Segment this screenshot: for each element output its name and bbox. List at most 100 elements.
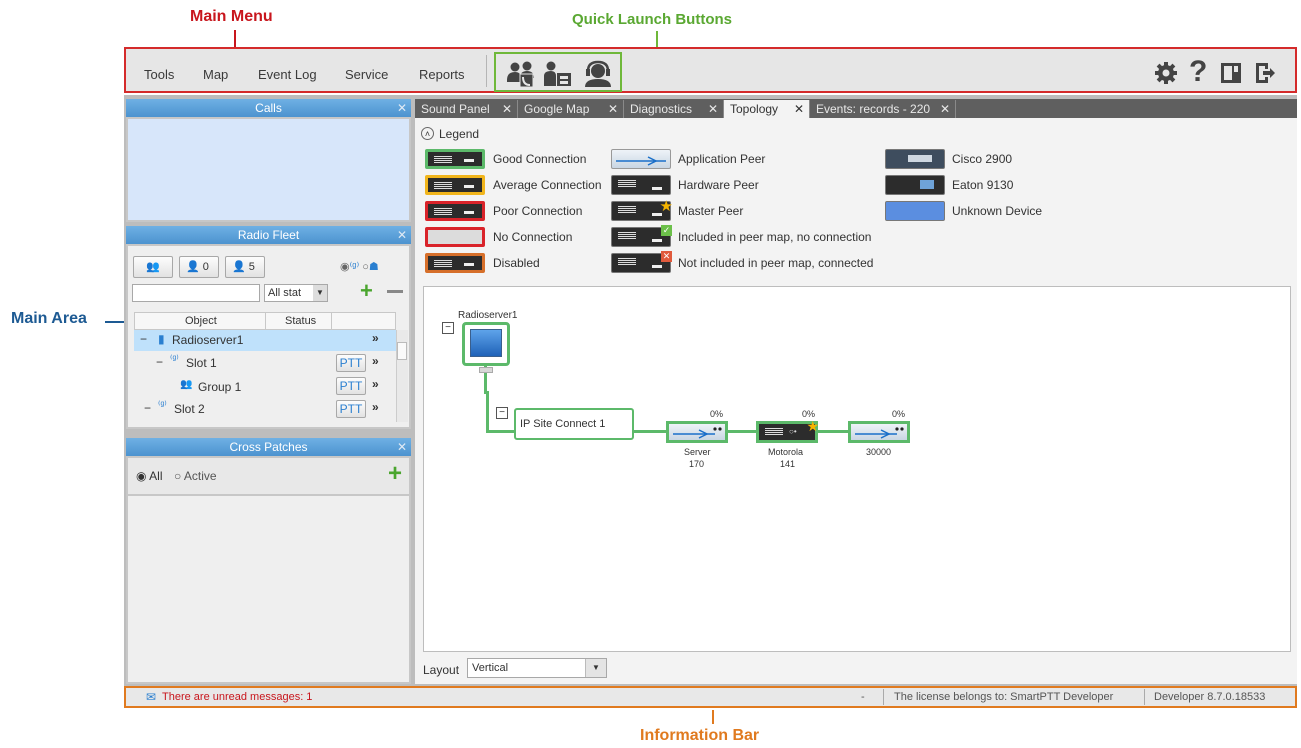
legend-cisco-icon: [885, 149, 945, 169]
tab-topology[interactable]: Topology ✕: [724, 100, 810, 118]
menu-map[interactable]: Map: [203, 67, 228, 82]
information-bar: ✉ There are unread messages: 1 - The lic…: [124, 686, 1297, 708]
layout-label: Layout: [423, 663, 460, 677]
collapse-icon[interactable]: −: [442, 322, 454, 334]
calls-list[interactable]: [128, 119, 409, 220]
root-server-node[interactable]: [462, 322, 510, 366]
exit-icon[interactable]: [1254, 61, 1276, 85]
status-filter-select[interactable]: All stat ▼: [264, 284, 328, 302]
private-call-icon[interactable]: [506, 60, 538, 88]
legend-label: Application Peer: [678, 152, 766, 166]
layout-select[interactable]: Vertical ▼: [467, 658, 607, 678]
ip-site-connect-node[interactable]: IP Site Connect 1: [514, 408, 634, 440]
peer-device-motorola[interactable]: ○• ★: [756, 418, 819, 443]
collapse-icon[interactable]: −: [156, 355, 163, 369]
talkgroups-filter-button[interactable]: 👥: [133, 256, 173, 278]
legend-disabled-icon: [425, 253, 485, 273]
close-icon[interactable]: ✕: [608, 100, 618, 118]
add-plus-icon[interactable]: +: [360, 278, 373, 304]
legend-average-icon: [425, 175, 485, 195]
collapse-icon[interactable]: −: [140, 332, 147, 346]
tab-google-map[interactable]: Google Map ✕: [518, 100, 624, 118]
tab-diagnostics[interactable]: Diagnostics ✕: [624, 100, 724, 118]
main-menu-bar: Tools Map Event Log Service Reports ?: [124, 47, 1297, 93]
device-id: 141: [780, 459, 796, 469]
collapse-icon[interactable]: −: [144, 401, 151, 415]
legend-no-connection-icon: [425, 227, 485, 247]
annotation-information-bar: Information Bar: [640, 727, 760, 744]
remove-minus-icon[interactable]: [387, 290, 403, 293]
tab-label: Events: records - 220: [816, 102, 931, 116]
help-icon[interactable]: ?: [1189, 55, 1207, 89]
expand-chevron-icon[interactable]: »: [372, 377, 379, 391]
offline-count: 5: [248, 261, 255, 273]
close-icon[interactable]: ✕: [397, 438, 407, 456]
view-mode-radios[interactable]: ◉⁽ᵍ⁾ ○☗: [340, 260, 379, 273]
table-row[interactable]: − ⁽ᵍ⁾ Slot 2 PTT »: [134, 399, 396, 420]
table-row[interactable]: − ⁽ᵍ⁾ Slot 1 PTT »: [134, 353, 396, 374]
layout-panels-icon[interactable]: [1220, 61, 1242, 85]
legend-good-icon: [425, 149, 485, 169]
scrollbar-thumb[interactable]: [397, 342, 407, 360]
add-plus-icon[interactable]: +: [388, 460, 402, 488]
peer-device-30000[interactable]: [848, 421, 910, 443]
settings-gear-icon[interactable]: [1154, 61, 1178, 85]
legend-collapse-icon[interactable]: ˄: [421, 127, 434, 140]
calls-panel: Calls ✕: [126, 99, 411, 222]
online-radios-button[interactable]: 👤 0: [179, 256, 219, 278]
close-icon[interactable]: ✕: [794, 100, 804, 118]
online-count: 0: [202, 261, 209, 273]
chevron-down-icon: ▼: [313, 285, 327, 301]
collapse-icon[interactable]: −: [496, 407, 508, 419]
tab-sound-panel[interactable]: Sound Panel ✕: [415, 100, 518, 118]
filter-all-radio[interactable]: ◉ All: [136, 469, 163, 483]
unread-messages-link[interactable]: There are unread messages: 1: [162, 691, 312, 703]
quick-launch-group: [494, 52, 622, 92]
device-name: Motorola: [768, 447, 804, 457]
legend-label: Good Connection: [493, 152, 587, 166]
topology-canvas[interactable]: Radioserver1 − − IP Site Connect 1 0% Se…: [423, 286, 1291, 652]
calls-panel-header: Calls ✕: [126, 99, 411, 117]
tab-events[interactable]: Events: records - 220 ✕: [810, 100, 956, 118]
vertical-scrollbar[interactable]: [396, 330, 408, 422]
close-icon[interactable]: ✕: [397, 99, 407, 117]
radio-fleet-table-header: Object Status: [134, 312, 396, 330]
close-icon[interactable]: ✕: [708, 100, 718, 118]
radio-fleet-header: Radio Fleet ✕: [126, 226, 411, 244]
expand-chevron-icon[interactable]: »: [372, 331, 379, 345]
menu-service[interactable]: Service: [345, 67, 388, 82]
row-label: Group 1: [198, 380, 242, 394]
expand-chevron-icon[interactable]: »: [372, 400, 379, 414]
legend-label: Unknown Device: [952, 204, 1043, 218]
offline-radios-button[interactable]: 👤 5: [225, 256, 265, 278]
filter-active-radio[interactable]: ○ Active: [174, 469, 217, 483]
mail-icon[interactable]: ✉: [146, 690, 156, 704]
radio-fleet-body: 👥 👤 0 👤 5 ◉⁽ᵍ⁾ ○☗ All stat ▼ + Object St…: [128, 246, 409, 427]
ptt-button[interactable]: PTT: [336, 377, 366, 395]
close-icon[interactable]: ✕: [502, 100, 512, 118]
license-text: The license belongs to: SmartPTT Develop…: [894, 691, 1114, 703]
legend-application-peer-icon: [611, 149, 671, 169]
annotation-quick-launch: Quick Launch Buttons: [572, 11, 733, 28]
table-row[interactable]: 👥 Group 1 PTT »: [134, 376, 396, 397]
radio-fleet-search-input[interactable]: [132, 284, 260, 302]
legend-label: Hardware Peer: [678, 178, 759, 192]
expand-chevron-icon[interactable]: »: [372, 354, 379, 368]
cross-patches-list[interactable]: [128, 496, 409, 682]
menu-tools[interactable]: Tools: [144, 67, 174, 82]
menu-reports[interactable]: Reports: [419, 67, 465, 82]
table-row[interactable]: − ▮ Radioserver1 »: [134, 330, 396, 351]
peer-device-server[interactable]: [666, 421, 728, 443]
menu-event-log[interactable]: Event Log: [258, 67, 317, 82]
radio-user-icon: 👤: [186, 261, 200, 273]
close-icon[interactable]: ✕: [397, 226, 407, 244]
legend-not-included-icon: ✕: [611, 251, 672, 273]
close-icon[interactable]: ✕: [940, 100, 950, 118]
ptt-button[interactable]: PTT: [336, 354, 366, 372]
device-percent: 0%: [892, 409, 906, 419]
dispatcher-headset-icon[interactable]: [582, 60, 614, 88]
site-label: IP Site Connect 1: [520, 418, 606, 430]
ptt-button[interactable]: PTT: [336, 400, 366, 418]
legend-label: Not included in peer map, connected: [678, 256, 874, 270]
telephone-call-icon[interactable]: [542, 60, 574, 88]
